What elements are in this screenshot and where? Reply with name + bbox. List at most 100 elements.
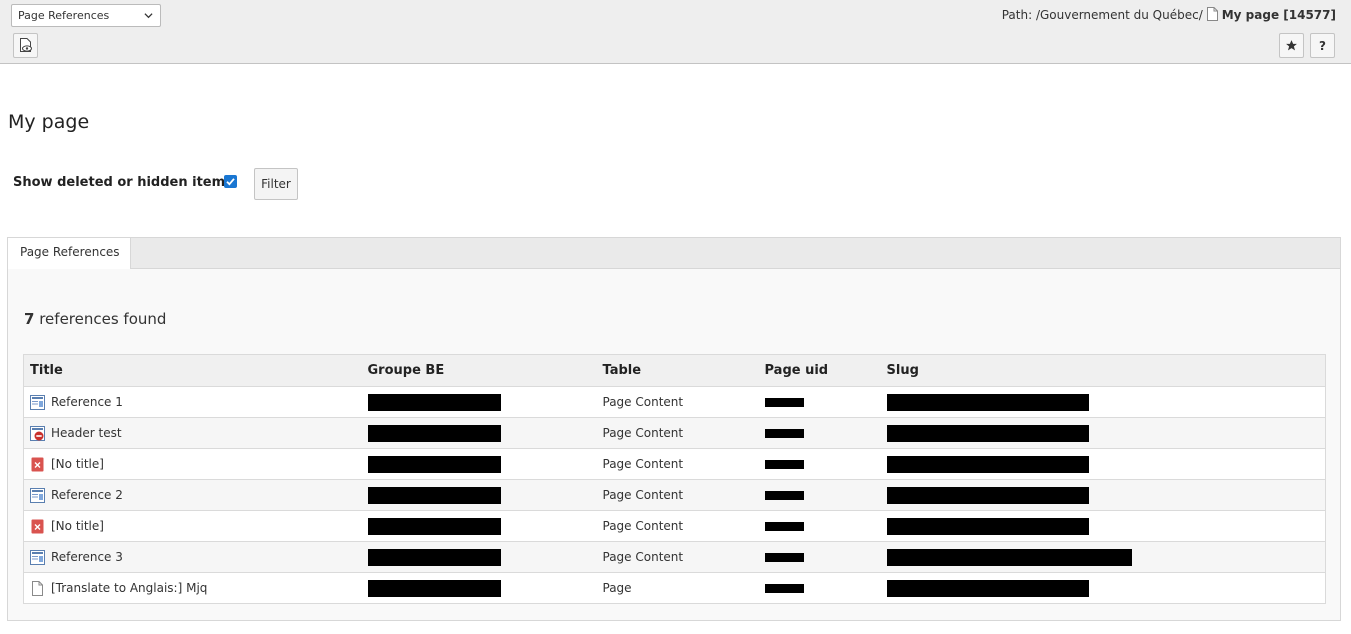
- redacted-block: [367, 486, 501, 504]
- cell-groupe-be: [361, 541, 597, 573]
- show-deleted-label: Show deleted or hidden items: [13, 175, 233, 190]
- table-row[interactable]: [Translate to Anglais:] Mjq Page: [23, 572, 1326, 604]
- module-select-value: Page References: [18, 9, 110, 22]
- cell-groupe-be: [361, 510, 597, 542]
- table-row[interactable]: [No title] Page Content: [23, 448, 1326, 480]
- content-element-icon: [30, 394, 45, 410]
- column-header-slug: Slug: [880, 354, 1326, 387]
- reference-title[interactable]: Reference 2: [51, 488, 123, 502]
- tabs-bar: [7, 237, 1341, 268]
- module-select[interactable]: Page References: [11, 4, 161, 27]
- redacted-block: [764, 491, 804, 500]
- redacted-block: [764, 460, 804, 469]
- redacted-block: [886, 393, 1089, 411]
- content-deleted-icon: [30, 519, 45, 534]
- reference-title[interactable]: [No title]: [51, 519, 104, 533]
- redacted-block: [764, 522, 804, 531]
- redacted-block: [367, 517, 501, 535]
- cell-slug: [880, 386, 1326, 418]
- doc-header: Page References Path: /Gouvernement du Q…: [0, 0, 1351, 64]
- show-deleted-checkbox[interactable]: [224, 175, 237, 188]
- content-element-icon: [30, 487, 45, 503]
- reference-title[interactable]: Reference 3: [51, 550, 123, 564]
- content-hidden-icon: [30, 425, 45, 441]
- cell-table: Page Content: [596, 417, 759, 449]
- cell-slug: [880, 417, 1326, 449]
- bookmark-button[interactable]: [1279, 33, 1304, 58]
- redacted-block: [886, 579, 1089, 597]
- references-count: 7 references found: [24, 310, 166, 328]
- table-row[interactable]: Header test Page Content: [23, 417, 1326, 449]
- content-element-icon: [30, 549, 45, 565]
- content-deleted-icon: [30, 457, 45, 472]
- reference-title[interactable]: [No title]: [51, 457, 104, 471]
- redacted-block: [886, 517, 1089, 535]
- references-table: Title Groupe BE Table Page uid Slug Refe…: [23, 354, 1326, 604]
- cell-page-uid: [758, 510, 881, 542]
- table-header-row: Title Groupe BE Table Page uid Slug: [23, 354, 1326, 387]
- cell-groupe-be: [361, 448, 597, 480]
- redacted-block: [764, 398, 804, 407]
- redacted-block: [367, 455, 501, 473]
- redacted-block: [886, 486, 1089, 504]
- redacted-block: [367, 424, 501, 442]
- help-icon: ?: [1319, 38, 1326, 53]
- redacted-block: [886, 548, 1132, 566]
- cell-page-uid: [758, 479, 881, 511]
- cell-page-uid: [758, 541, 881, 573]
- table-row[interactable]: [No title] Page Content: [23, 510, 1326, 542]
- current-page[interactable]: My page [14577]: [1222, 8, 1336, 22]
- references-count-number: 7: [24, 310, 35, 328]
- column-header-title: Title: [23, 354, 362, 387]
- redacted-block: [764, 584, 804, 593]
- column-header-table: Table: [596, 354, 759, 387]
- cell-groupe-be: [361, 479, 597, 511]
- filter-button[interactable]: Filter: [254, 168, 298, 200]
- tab-page-references[interactable]: Page References: [8, 238, 131, 269]
- cell-title[interactable]: [No title]: [23, 510, 362, 542]
- cell-title[interactable]: Reference 1: [23, 386, 362, 418]
- cell-slug: [880, 541, 1326, 573]
- table-row[interactable]: Reference 1 Page Content: [23, 386, 1326, 418]
- cell-page-uid: [758, 572, 881, 604]
- checkmark-icon: [226, 178, 235, 186]
- chevron-down-icon: [144, 13, 153, 19]
- cell-title[interactable]: Header test: [23, 417, 362, 449]
- cell-slug: [880, 572, 1326, 604]
- cell-slug: [880, 510, 1326, 542]
- cell-table: Page Content: [596, 479, 759, 511]
- cell-page-uid: [758, 386, 881, 418]
- cell-slug: [880, 448, 1326, 480]
- reference-title[interactable]: [Translate to Anglais:] Mjq: [51, 581, 207, 595]
- references-count-suffix: references found: [39, 310, 167, 328]
- page-icon: [30, 580, 45, 596]
- cell-slug: [880, 479, 1326, 511]
- cell-title[interactable]: [Translate to Anglais:] Mjq: [23, 572, 362, 604]
- column-header-groupe-be: Groupe BE: [361, 354, 597, 387]
- cell-groupe-be: [361, 572, 597, 604]
- cell-table: Page: [596, 572, 759, 604]
- reference-title[interactable]: Reference 1: [51, 395, 123, 409]
- table-row[interactable]: Reference 3 Page Content: [23, 541, 1326, 573]
- cell-title[interactable]: Reference 3: [23, 541, 362, 573]
- path-label: Path: /Gouvernement du Québec/: [1001, 8, 1203, 22]
- page-icon: [1206, 7, 1218, 21]
- redacted-block: [886, 455, 1089, 473]
- cell-title[interactable]: Reference 2: [23, 479, 362, 511]
- redacted-block: [764, 553, 804, 562]
- redacted-block: [367, 548, 501, 566]
- table-row[interactable]: Reference 2 Page Content: [23, 479, 1326, 511]
- cell-table: Page Content: [596, 541, 759, 573]
- reference-title[interactable]: Header test: [51, 426, 122, 440]
- cell-groupe-be: [361, 417, 597, 449]
- column-header-page-uid: Page uid: [758, 354, 881, 387]
- cell-title[interactable]: [No title]: [23, 448, 362, 480]
- view-page-icon: [19, 38, 32, 52]
- redacted-block: [367, 393, 501, 411]
- help-button[interactable]: ?: [1310, 33, 1335, 58]
- cell-table: Page Content: [596, 510, 759, 542]
- redacted-block: [886, 424, 1089, 442]
- cell-table: Page Content: [596, 386, 759, 418]
- cell-table: Page Content: [596, 448, 759, 480]
- view-page-button[interactable]: [13, 33, 38, 58]
